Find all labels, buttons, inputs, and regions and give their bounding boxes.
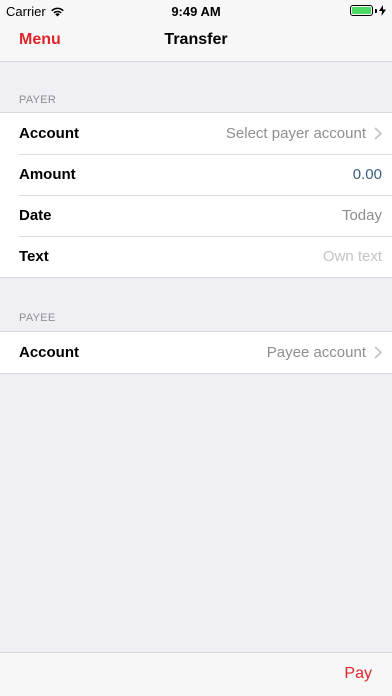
payer-section-header: PAYER — [19, 94, 57, 106]
amount-label: Amount — [19, 166, 76, 183]
payee-group: Account Payee account — [0, 331, 392, 374]
payer-account-row[interactable]: Account Select payer account — [0, 113, 392, 154]
battery-fill — [352, 7, 371, 14]
payee-section-header: PAYEE — [19, 312, 56, 324]
pay-button[interactable]: Pay — [344, 665, 372, 683]
payer-account-label: Account — [19, 125, 79, 142]
page-title: Transfer — [164, 31, 228, 48]
amount-value[interactable]: 0.00 — [353, 166, 382, 183]
chevron-right-icon — [374, 346, 382, 359]
date-value[interactable]: Today — [342, 207, 382, 224]
navigation-bar: Menu Transfer — [0, 22, 392, 62]
text-label: Text — [19, 248, 49, 265]
payee-account-row[interactable]: Account Payee account — [0, 332, 392, 373]
status-bar: Carrier 9:49 AM — [0, 0, 392, 22]
payee-account-value: Payee account — [267, 344, 382, 361]
status-time: 9:49 AM — [171, 4, 221, 19]
text-row[interactable]: Text Own text — [0, 236, 392, 277]
amount-row[interactable]: Amount 0.00 — [0, 154, 392, 195]
battery-icon — [350, 5, 373, 16]
date-row[interactable]: Date Today — [0, 195, 392, 236]
payer-group: Account Select payer account Amount 0.00… — [0, 112, 392, 278]
battery-cap — [375, 8, 377, 13]
battery-indicator — [350, 5, 386, 16]
date-label: Date — [19, 207, 52, 224]
bottom-toolbar: Pay — [0, 652, 392, 696]
payer-account-placeholder: Select payer account — [225, 125, 366, 142]
payee-account-placeholder: Payee account — [266, 344, 366, 361]
payer-account-value: Select payer account — [226, 125, 382, 142]
charging-bolt-icon — [379, 5, 386, 16]
chevron-right-icon — [374, 127, 382, 140]
own-text-input[interactable]: Own text — [323, 248, 382, 265]
payee-account-label: Account — [19, 344, 79, 361]
